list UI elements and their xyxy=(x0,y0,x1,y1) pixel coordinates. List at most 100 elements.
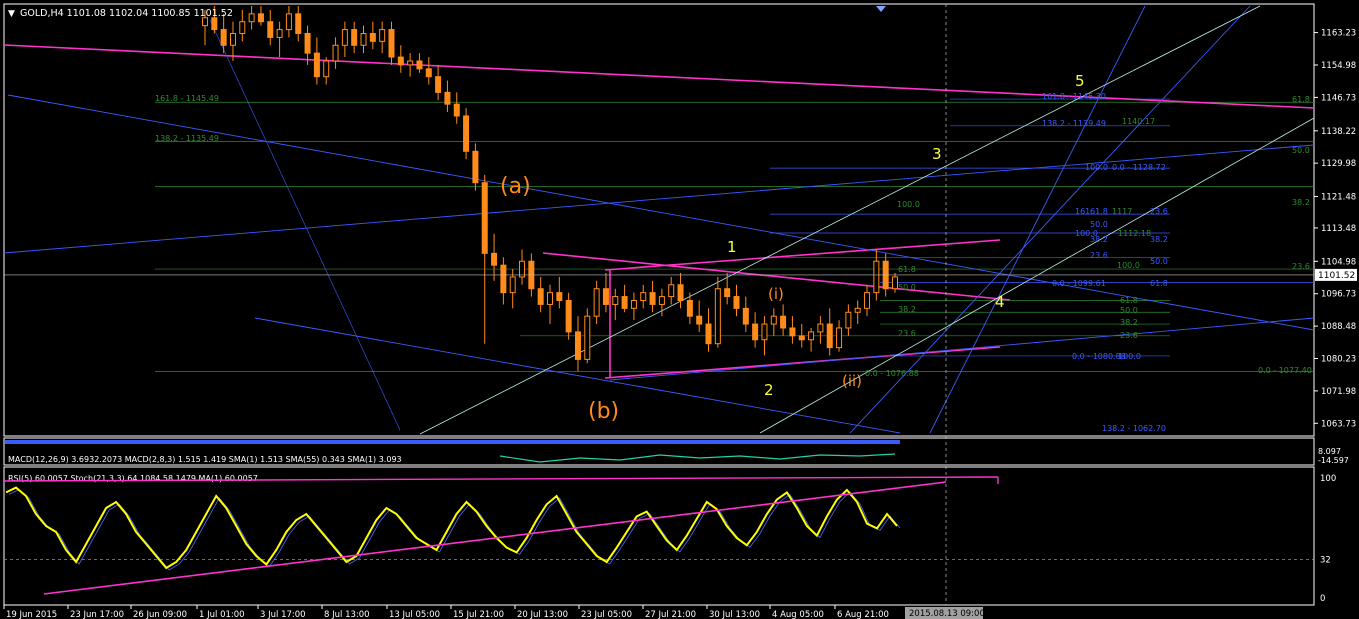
wave-label: 1 xyxy=(727,238,737,256)
candle-body xyxy=(257,13,264,23)
candle-body xyxy=(780,315,787,329)
candle-body xyxy=(668,284,675,298)
price-tick-label: 1163.23 xyxy=(1321,29,1356,39)
price-tick-label: 1113.48 xyxy=(1321,224,1356,234)
candle-body xyxy=(854,307,861,313)
wave-label: (ii) xyxy=(842,372,862,390)
rsi-tick-label: 32 xyxy=(1320,556,1331,566)
candle-body xyxy=(276,29,283,38)
fib-label: 23.6 xyxy=(898,329,916,338)
candle-body xyxy=(808,331,815,341)
candle-body xyxy=(519,260,526,278)
fib-label: 61.8 xyxy=(1090,207,1108,216)
wave-label: 5 xyxy=(1075,72,1085,90)
candle-body xyxy=(696,315,703,325)
price-tick-label: 1104.98 xyxy=(1321,257,1356,267)
candle-body xyxy=(612,296,619,305)
main-panel-frame xyxy=(3,3,1315,437)
candle-body xyxy=(761,323,768,341)
candle-body xyxy=(873,260,880,294)
fib-label: 1112.18 xyxy=(1118,229,1151,238)
price-tick-label: 1129.98 xyxy=(1321,159,1356,169)
candle-body xyxy=(826,323,833,349)
fib-label: 50.0 xyxy=(898,283,916,292)
time-tick-label: 23 Jun 17:00 xyxy=(70,610,124,619)
candle-body xyxy=(649,292,656,305)
time-tick-label: 6 Aug 21:00 xyxy=(837,610,889,619)
candle-body xyxy=(491,252,498,266)
price-tick-label: 1071.98 xyxy=(1321,387,1356,397)
candle-body xyxy=(267,21,274,38)
fib-label: 61.8 xyxy=(1292,95,1310,104)
fib-label: 100.0 xyxy=(1118,352,1141,361)
time-tick-label: 27 Jul 21:00 xyxy=(645,610,696,619)
wave-label: 3 xyxy=(932,145,942,163)
price-tick-label: 1063.73 xyxy=(1321,419,1356,429)
candle-body xyxy=(892,276,898,290)
candle-body xyxy=(379,29,386,42)
candle-body xyxy=(836,327,843,349)
fib-label: 0.0 - 1128.72 xyxy=(1112,163,1166,172)
wave-label: (b) xyxy=(588,399,619,424)
time-tick-label: 8 Jul 13:00 xyxy=(324,610,370,619)
fib-label: 23.6 xyxy=(1120,331,1138,340)
candle-body xyxy=(574,331,581,360)
candle-body xyxy=(481,182,488,254)
candle-body xyxy=(565,299,572,333)
macd-tick-label: 8.097 xyxy=(1318,447,1341,456)
fib-label: 38.2 xyxy=(1090,235,1108,244)
candle-body xyxy=(864,292,871,309)
rsi-tick-label: 100 xyxy=(1320,474,1336,484)
candle-body xyxy=(658,296,665,305)
fib-label: 0.0 - 1099.61 xyxy=(1052,279,1106,288)
candle-body xyxy=(500,264,507,294)
candle-body xyxy=(817,323,824,333)
fib-label: 50.0 xyxy=(1120,306,1138,315)
wave-label: 2 xyxy=(764,381,774,399)
macd-tick-label: -14.597 xyxy=(1318,456,1349,465)
price-tick-label: 1088.48 xyxy=(1321,322,1356,332)
fib-label: 161 xyxy=(1075,207,1090,216)
time-tick-label: 23 Jul 05:00 xyxy=(581,610,632,619)
candle-body xyxy=(798,335,805,341)
candle-body xyxy=(621,296,628,309)
price-tick-label: 1154.98 xyxy=(1321,61,1356,71)
candle-body xyxy=(285,13,292,31)
macd-histogram xyxy=(5,440,900,444)
symbol-header-caret[interactable]: ▼ xyxy=(8,9,15,19)
candle-body xyxy=(407,60,414,66)
candle-body xyxy=(770,315,777,325)
symbol-header: GOLD,H4 1101.08 1102.04 1100.85 1101.52 xyxy=(20,8,233,19)
fib-label: 138.2 - 1139.49 xyxy=(1042,119,1106,128)
fib-label: 0.0 - 1076.88 xyxy=(865,369,919,378)
chart-svg: 161.8 - 1145.49138.2 - 1135.49100.0161.8… xyxy=(3,3,1357,619)
fib-label: 161.8 - 1146.30 xyxy=(1042,92,1106,101)
fib-label: 161.8 - 1145.49 xyxy=(155,94,219,103)
fib-label: 61.8 xyxy=(898,265,916,274)
candle-body xyxy=(556,292,563,301)
candle-body xyxy=(239,21,246,34)
fib-label: 100.0 xyxy=(1085,163,1108,172)
price-tick-label: 1121.48 xyxy=(1321,193,1356,203)
candle-body xyxy=(229,32,236,46)
candle-body xyxy=(416,60,423,70)
candle-body xyxy=(789,327,796,337)
chart-root: 161.8 - 1145.49 138.2 - 1135.49 100.0 161.8… xyxy=(0,0,1359,619)
time-tick-label: 4 Aug 05:00 xyxy=(772,610,824,619)
candle-body xyxy=(425,68,432,78)
fib-label: 138.2 - 1062.70 xyxy=(1102,424,1166,433)
time-axis: 19 Jun 2015 23 Jun 17:00 26 Jun 09:00 1 Jul… xyxy=(3,605,889,619)
candle-body xyxy=(295,13,302,34)
fib-label: 23.6 xyxy=(1150,207,1168,216)
fib-label: 38.2 xyxy=(1150,235,1168,244)
candle-body xyxy=(341,29,348,46)
candle-body xyxy=(453,103,460,117)
candle-body xyxy=(351,29,358,46)
time-tick-label: 3 Jul 17:00 xyxy=(260,610,306,619)
fib-label: 50.0 xyxy=(1150,257,1168,266)
candle-body xyxy=(593,288,600,317)
fib-label: 38.2 xyxy=(1292,198,1310,207)
fib-label: 1117 xyxy=(1112,207,1132,216)
candle-body xyxy=(435,76,442,93)
fib-label: 100.0 xyxy=(897,200,920,209)
